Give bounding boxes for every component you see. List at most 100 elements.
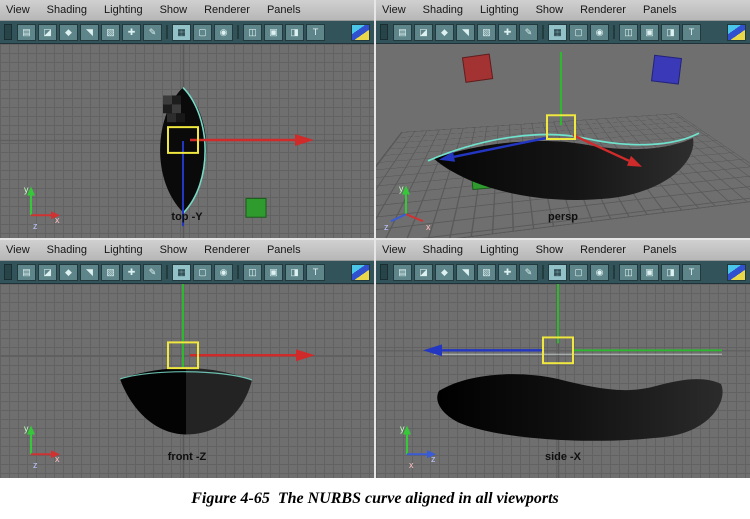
lock-camera-icon[interactable]: ◪ — [38, 24, 57, 41]
x-axis-arrowhead[interactable] — [295, 134, 314, 146]
menu-show[interactable]: Show — [536, 244, 564, 256]
nurbs-surface-left[interactable] — [120, 368, 186, 434]
shaded-icon[interactable]: ▢ — [569, 264, 588, 281]
film-gate-icon[interactable]: ◨ — [661, 264, 680, 281]
lights-icon[interactable]: ◫ — [243, 264, 262, 281]
shadows-icon[interactable]: ▣ — [640, 264, 659, 281]
grease-pencil-icon[interactable]: ✎ — [143, 24, 162, 41]
menu-view[interactable]: View — [6, 4, 30, 16]
shadows-icon[interactable]: ▣ — [640, 24, 659, 41]
x-axis-arrowhead[interactable] — [296, 349, 315, 361]
camera-attributes-icon[interactable]: ◆ — [59, 24, 78, 41]
select-camera-icon[interactable]: ▤ — [393, 264, 412, 281]
menu-lighting[interactable]: Lighting — [480, 4, 519, 16]
viewport-canvas-top[interactable]: y x z top -Y — [0, 44, 374, 238]
grease-pencil-icon[interactable]: ✎ — [519, 264, 538, 281]
nurbs-surface-right[interactable] — [186, 368, 252, 434]
select-camera-icon[interactable]: ▤ — [17, 264, 36, 281]
shaded-icon[interactable]: ▢ — [193, 264, 212, 281]
text-icon[interactable]: T — [306, 24, 325, 41]
film-gate-icon[interactable]: ◨ — [661, 24, 680, 41]
menu-panels[interactable]: Panels — [267, 4, 301, 16]
menu-renderer[interactable]: Renderer — [204, 4, 250, 16]
grease-pencil-icon[interactable]: ✎ — [143, 264, 162, 281]
nurbs-surface[interactable] — [434, 138, 693, 200]
bookmark-icon[interactable]: ◥ — [456, 24, 475, 41]
menu-shading[interactable]: Shading — [423, 244, 463, 256]
menu-shading[interactable]: Shading — [47, 244, 87, 256]
menu-show[interactable]: Show — [160, 244, 188, 256]
wireframe-icon[interactable]: ▦ — [548, 264, 567, 281]
bookmark-icon[interactable]: ◥ — [80, 264, 99, 281]
menu-renderer[interactable]: Renderer — [580, 244, 626, 256]
textured-icon[interactable]: ◉ — [590, 24, 609, 41]
wireframe-icon[interactable]: ▦ — [548, 24, 567, 41]
viewport-canvas-side[interactable]: y z x side -X — [376, 284, 750, 478]
shaded-icon[interactable]: ▢ — [569, 24, 588, 41]
wireframe-icon[interactable]: ▦ — [172, 264, 191, 281]
textured-icon[interactable]: ◉ — [590, 264, 609, 281]
menu-panels[interactable]: Panels — [643, 4, 677, 16]
menu-show[interactable]: Show — [536, 4, 564, 16]
shadows-icon[interactable]: ▣ — [264, 264, 283, 281]
toolbar-grip[interactable] — [4, 24, 12, 40]
lights-icon[interactable]: ◫ — [619, 264, 638, 281]
z-axis-arrowhead[interactable] — [423, 344, 442, 356]
menu-renderer[interactable]: Renderer — [580, 4, 626, 16]
toolbar-grip[interactable] — [380, 264, 388, 280]
scene-cube-icon[interactable] — [351, 264, 370, 281]
text-icon[interactable]: T — [306, 264, 325, 281]
image-plane-icon[interactable]: ▧ — [477, 264, 496, 281]
snap-icon[interactable]: ✚ — [122, 24, 141, 41]
menu-lighting[interactable]: Lighting — [104, 244, 143, 256]
textured-icon[interactable]: ◉ — [214, 264, 233, 281]
textured-icon[interactable]: ◉ — [214, 24, 233, 41]
scene-cube-icon[interactable] — [351, 24, 370, 41]
wireframe-icon[interactable]: ▦ — [172, 24, 191, 41]
lights-icon[interactable]: ◫ — [619, 24, 638, 41]
bookmark-icon[interactable]: ◥ — [80, 24, 99, 41]
lock-camera-icon[interactable]: ◪ — [414, 24, 433, 41]
menu-shading[interactable]: Shading — [423, 4, 463, 16]
menu-view[interactable]: View — [6, 244, 30, 256]
select-camera-icon[interactable]: ▤ — [17, 24, 36, 41]
image-plane-blue[interactable] — [652, 55, 682, 84]
lock-camera-icon[interactable]: ◪ — [414, 264, 433, 281]
image-plane-icon[interactable]: ▧ — [477, 24, 496, 41]
menu-view[interactable]: View — [382, 244, 406, 256]
menu-view[interactable]: View — [382, 4, 406, 16]
text-icon[interactable]: T — [682, 264, 701, 281]
film-gate-icon[interactable]: ◨ — [285, 264, 304, 281]
camera-attributes-icon[interactable]: ◆ — [59, 264, 78, 281]
image-plane-icon[interactable]: ▧ — [101, 264, 120, 281]
shaded-icon[interactable]: ▢ — [193, 24, 212, 41]
menu-show[interactable]: Show — [160, 4, 188, 16]
toolbar-grip[interactable] — [380, 24, 388, 40]
camera-attributes-icon[interactable]: ◆ — [435, 264, 454, 281]
viewport-canvas-persp[interactable]: y x z persp — [376, 44, 750, 238]
camera-attributes-icon[interactable]: ◆ — [435, 24, 454, 41]
image-plane-red[interactable] — [462, 54, 492, 82]
shadows-icon[interactable]: ▣ — [264, 24, 283, 41]
menu-lighting[interactable]: Lighting — [480, 244, 519, 256]
snap-icon[interactable]: ✚ — [498, 24, 517, 41]
lights-icon[interactable]: ◫ — [243, 24, 262, 41]
text-icon[interactable]: T — [682, 24, 701, 41]
snap-icon[interactable]: ✚ — [498, 264, 517, 281]
nurbs-surface[interactable] — [437, 374, 722, 441]
lock-camera-icon[interactable]: ◪ — [38, 264, 57, 281]
menu-panels[interactable]: Panels — [267, 244, 301, 256]
menu-lighting[interactable]: Lighting — [104, 4, 143, 16]
scene-cube-icon[interactable] — [727, 264, 746, 281]
viewport-canvas-front[interactable]: y x z front -Z — [0, 284, 374, 478]
snap-icon[interactable]: ✚ — [122, 264, 141, 281]
scene-cube-icon[interactable] — [727, 24, 746, 41]
toolbar-grip[interactable] — [4, 264, 12, 280]
menu-panels[interactable]: Panels — [643, 244, 677, 256]
image-plane-icon[interactable]: ▧ — [101, 24, 120, 41]
film-gate-icon[interactable]: ◨ — [285, 24, 304, 41]
grease-pencil-icon[interactable]: ✎ — [519, 24, 538, 41]
select-camera-icon[interactable]: ▤ — [393, 24, 412, 41]
bookmark-icon[interactable]: ◥ — [456, 264, 475, 281]
menu-renderer[interactable]: Renderer — [204, 244, 250, 256]
